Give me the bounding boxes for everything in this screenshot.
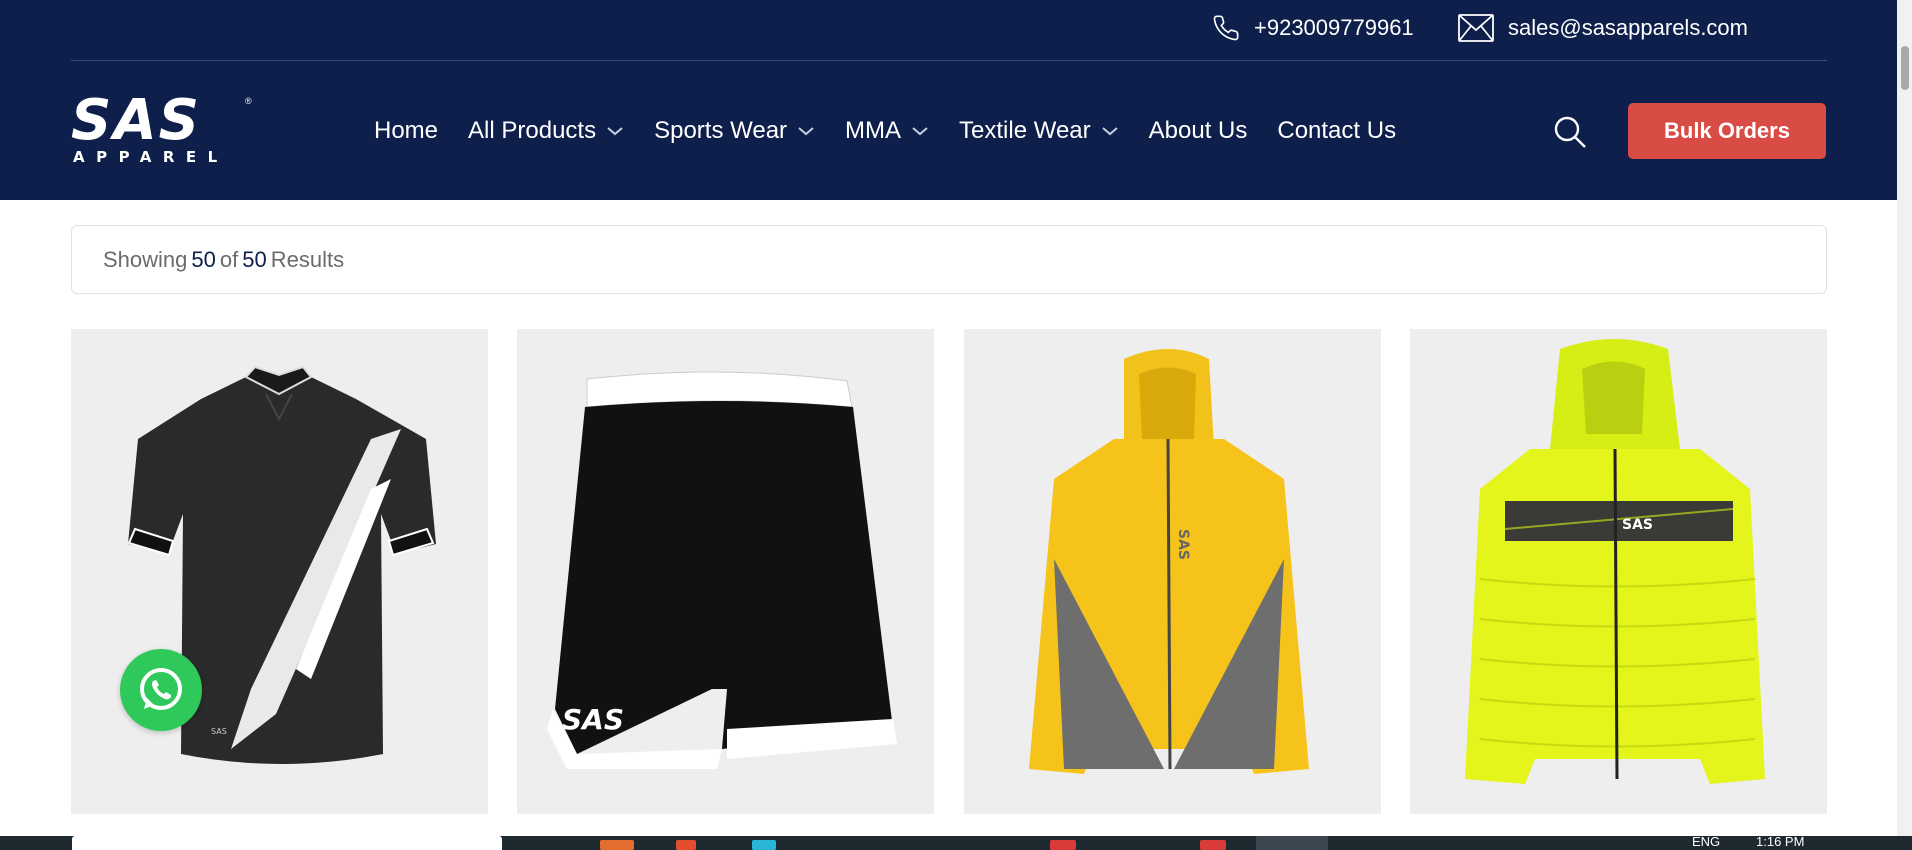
logo-main-text: SAS [71, 88, 202, 153]
nav-label: Contact Us [1277, 117, 1397, 144]
polo-shirt-image: SAS [127, 365, 436, 764]
chevron-down-icon [1101, 127, 1118, 136]
shorts-image: SAS [547, 371, 897, 769]
nav-label: Sports Wear [654, 117, 788, 144]
product-card-polo-shirt[interactable]: SAS [71, 329, 488, 814]
polo-brand-print: SAS [211, 727, 227, 736]
bulk-orders-button[interactable]: Bulk Orders [1628, 103, 1826, 159]
search-button[interactable] [1553, 115, 1587, 149]
main-nav: Home All Products Sports Wear MMA Textil… [374, 113, 1426, 149]
taskbar-search-box[interactable] [72, 836, 502, 850]
phone-icon [1213, 15, 1239, 41]
taskbar-language[interactable]: ENG [1692, 836, 1720, 849]
results-of: of [219, 246, 239, 272]
nav-sports-wear[interactable]: Sports Wear [654, 117, 815, 145]
email-link[interactable]: sales@sasapparels.com [1458, 14, 1748, 42]
nav-all-products[interactable]: All Products [468, 117, 624, 145]
nav-textile-wear[interactable]: Textile Wear [959, 117, 1119, 145]
taskbar-app-icon[interactable] [676, 840, 696, 850]
taskbar-app-icon[interactable] [600, 840, 634, 850]
results-total: 50 [242, 246, 267, 272]
nav-label: MMA [845, 117, 902, 144]
page-scrollbar[interactable] [1897, 0, 1912, 836]
page: +923009779961 sales@sasapparels.com SAS … [0, 0, 1912, 850]
chevron-down-icon [798, 127, 814, 136]
nav-label: Home [374, 117, 439, 144]
taskbar-app-icon[interactable] [1050, 840, 1076, 850]
results-count-bar: Showing 50 of 50 Results [71, 225, 1827, 294]
nav-label: All Products [468, 117, 597, 144]
taskbar-app-icon[interactable] [1200, 840, 1226, 850]
shorts-brand-print: SAS [562, 703, 624, 736]
puffer-jacket-image: SAS [1465, 339, 1765, 784]
whatsapp-icon [140, 668, 182, 710]
site-logo[interactable]: SAS ® APPAREL [71, 88, 252, 169]
product-card-shorts[interactable]: SAS [517, 329, 934, 814]
os-taskbar: ENG 1:16 PM [0, 836, 1912, 850]
results-prefix: Showing [103, 246, 188, 272]
nav-about-us[interactable]: About Us [1149, 117, 1248, 145]
phone-number: +923009779961 [1254, 15, 1414, 40]
search-icon [1554, 116, 1586, 148]
email-address: sales@sasapparels.com [1508, 15, 1748, 40]
nav-label: About Us [1148, 117, 1248, 144]
taskbar-active-app[interactable] [1256, 836, 1328, 850]
jacket-brand-print: SAS [1175, 529, 1191, 560]
product-grid: SAS SAS SAS SAS [71, 329, 1827, 814]
results-shown: 50 [191, 246, 216, 272]
site-header: +923009779961 sales@sasapparels.com SAS … [0, 0, 1897, 200]
phone-link[interactable]: +923009779961 [1212, 14, 1414, 42]
registered-mark: ® [245, 96, 252, 106]
scrollbar-thumb[interactable] [1901, 46, 1909, 90]
nav-mma[interactable]: MMA [845, 117, 929, 145]
mail-icon [1458, 14, 1494, 42]
nav-home[interactable]: Home [374, 117, 438, 145]
taskbar-app-icon[interactable] [752, 840, 776, 850]
results-suffix: Results [270, 246, 345, 272]
product-card-neon-puffer-jacket[interactable]: SAS [1410, 329, 1827, 814]
nav-contact-us[interactable]: Contact Us [1277, 117, 1396, 145]
chevron-down-icon [607, 127, 623, 136]
puffer-brand-print: SAS [1622, 517, 1653, 533]
product-card-yellow-hooded-jacket[interactable]: SAS [964, 329, 1381, 814]
whatsapp-chat-button[interactable] [120, 649, 202, 731]
logo-sub-text: APPAREL [73, 148, 229, 166]
chevron-down-icon [912, 127, 928, 136]
nav-label: Textile Wear [959, 117, 1091, 144]
taskbar-clock[interactable]: 1:16 PM [1756, 836, 1804, 849]
yellow-jacket-image: SAS [1029, 349, 1309, 774]
